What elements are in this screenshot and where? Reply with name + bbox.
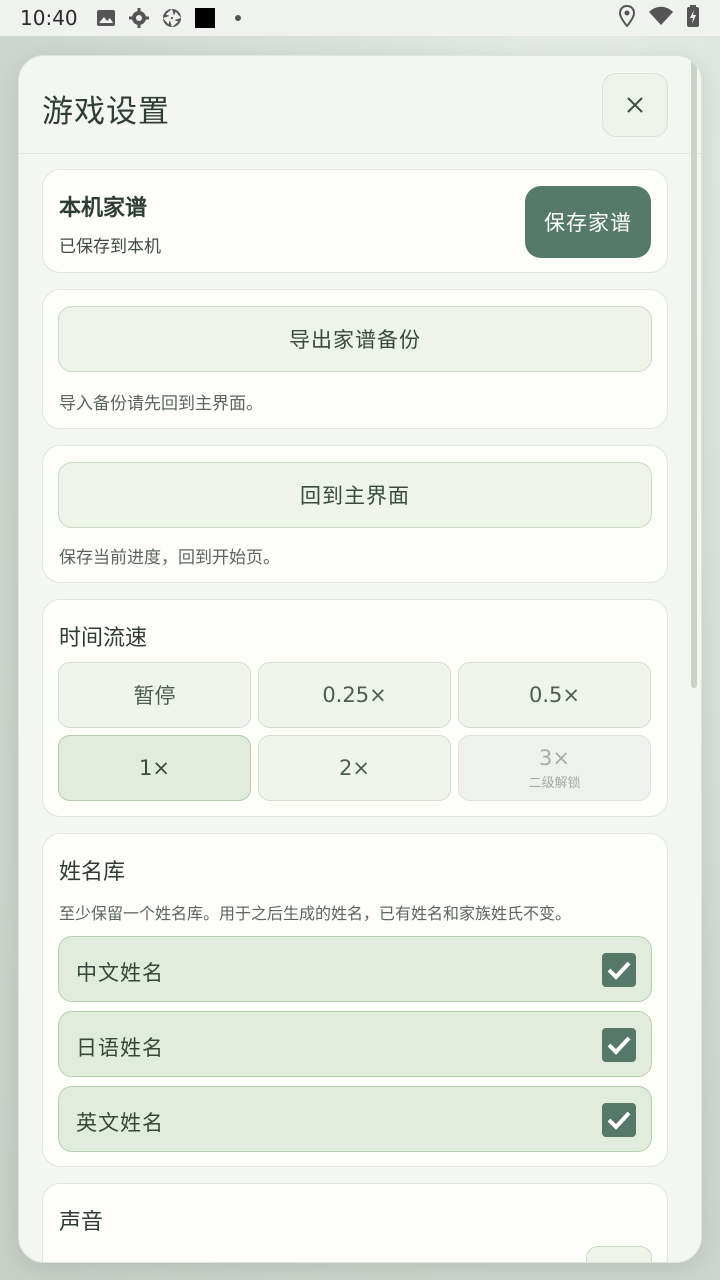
status-time: 10:40 xyxy=(20,6,78,30)
settings-scroll-area[interactable]: 本机家谱 已保存到本机 保存家谱 导出家谱备份 导入备份请先回到主界面。 回到主… xyxy=(19,155,701,1262)
dialog-title: 游戏设置 xyxy=(42,94,170,130)
check-icon xyxy=(607,961,631,980)
speed-3x-lock-note: 二级解锁 xyxy=(528,775,581,791)
local-family-title: 本机家谱 xyxy=(59,196,148,221)
checkbox-checked[interactable] xyxy=(602,1103,636,1137)
gear-icon xyxy=(128,8,149,28)
check-icon xyxy=(607,1036,631,1055)
dot-icon xyxy=(228,8,248,28)
close-icon xyxy=(627,97,643,113)
image-icon xyxy=(96,8,116,28)
save-family-button[interactable]: 保存家谱 xyxy=(525,186,651,258)
speed-0.25x-button[interactable]: 0.25× xyxy=(258,662,451,728)
status-bar: 10:40 xyxy=(0,0,720,36)
home-card: 回到主界面 保存当前进度，回到开始页。 xyxy=(42,445,668,583)
name-library-note: 至少保留一个姓名库。用于之后生成的姓名，已有姓名和家族姓氏不变。 xyxy=(59,904,572,923)
name-library-item-label: 英文姓名 xyxy=(76,1111,164,1135)
name-library-item[interactable]: 英文姓名 xyxy=(58,1086,652,1152)
close-button[interactable] xyxy=(602,73,668,137)
name-library-item[interactable]: 日语姓名 xyxy=(58,1011,652,1077)
time-speed-title: 时间流速 xyxy=(59,626,148,651)
speed-0.5x-button[interactable]: 0.5× xyxy=(458,662,651,728)
speed-pause-button[interactable]: 暂停 xyxy=(58,662,251,728)
name-library-title: 姓名库 xyxy=(59,860,126,885)
name-library-item[interactable]: 中文姓名 xyxy=(58,936,652,1002)
sound-title: 声音 xyxy=(59,1210,104,1235)
speed-3x-label: 3× xyxy=(539,745,570,770)
local-family-status: 已保存到本机 xyxy=(59,237,161,257)
sound-toggle[interactable] xyxy=(586,1246,652,1262)
speed-3x-button[interactable]: 3× 二级解锁 xyxy=(458,735,651,801)
name-library-item-label: 日语姓名 xyxy=(76,1036,164,1060)
battery-charging-icon xyxy=(686,5,700,31)
wifi-icon xyxy=(648,6,674,30)
home-note: 保存当前进度，回到开始页。 xyxy=(59,548,280,568)
black-square-icon xyxy=(194,8,215,28)
export-note: 导入备份请先回到主界面。 xyxy=(59,394,263,414)
name-library-item-label: 中文姓名 xyxy=(76,961,164,985)
speed-2x-button[interactable]: 2× xyxy=(258,735,451,801)
location-icon xyxy=(618,4,636,31)
check-icon xyxy=(607,1111,631,1130)
local-family-card: 本机家谱 已保存到本机 保存家谱 xyxy=(42,169,668,273)
export-backup-button[interactable]: 导出家谱备份 xyxy=(58,306,652,372)
back-to-home-button[interactable]: 回到主界面 xyxy=(58,462,652,528)
time-speed-card: 时间流速 暂停 0.25× 0.5× 1× 2× 3× 二级解锁 xyxy=(42,599,668,817)
name-library-card: 姓名库 至少保留一个姓名库。用于之后生成的姓名，已有姓名和家族姓氏不变。 中文姓… xyxy=(42,833,668,1167)
checkbox-checked[interactable] xyxy=(602,953,636,987)
checkbox-checked[interactable] xyxy=(602,1028,636,1062)
game-settings-dialog: 游戏设置 本机家谱 已保存到本机 保存家谱 导出家谱备份 导入备份请先回到主界面… xyxy=(18,55,702,1263)
export-card: 导出家谱备份 导入备份请先回到主界面。 xyxy=(42,289,668,429)
sound-card: 声音 xyxy=(42,1183,668,1262)
aperture-icon xyxy=(162,8,182,28)
speed-1x-button[interactable]: 1× xyxy=(58,735,251,801)
dialog-header: 游戏设置 xyxy=(19,56,701,154)
